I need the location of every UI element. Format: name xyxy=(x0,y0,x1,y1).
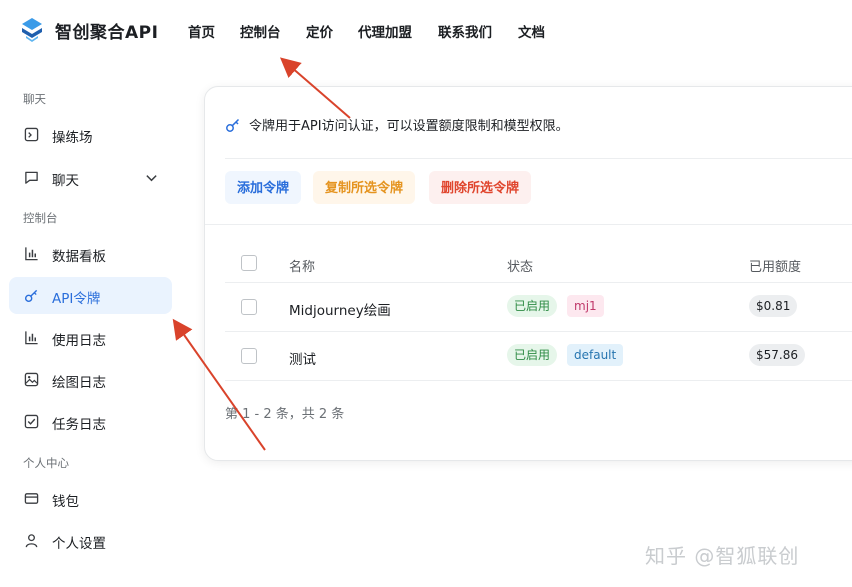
key-icon xyxy=(24,289,38,303)
sidebar-item-label: 操练场 xyxy=(52,130,93,146)
sidebar-item-label: 使用日志 xyxy=(52,333,106,349)
nav-pricing[interactable]: 定价 xyxy=(306,21,333,41)
bar-chart-icon xyxy=(25,331,38,345)
nav-home[interactable]: 首页 xyxy=(188,21,215,41)
sidebar-group-chat: 聊天 xyxy=(23,92,46,106)
sidebar-item-label: 聊天 xyxy=(52,173,79,189)
sidebar-item-wallet[interactable]: 钱包 xyxy=(9,480,172,517)
token-name: 测试 xyxy=(289,352,316,368)
nav-console[interactable]: 控制台 xyxy=(240,21,281,41)
used-quota-badge: $57.86 xyxy=(749,344,805,366)
image-icon xyxy=(24,372,39,387)
nav-contact[interactable]: 联系我们 xyxy=(438,21,492,41)
divider xyxy=(225,380,852,381)
sidebar-group-console: 控制台 xyxy=(23,211,58,225)
column-header-name: 名称 xyxy=(289,260,316,275)
delete-selected-tokens-button[interactable]: 删除所选令牌 xyxy=(429,171,532,204)
pagination-info: 第 1 - 2 条，共 2 条 xyxy=(225,407,345,422)
sidebar-item-profile-settings[interactable]: 个人设置 xyxy=(9,522,172,559)
sidebar-item-label: 任务日志 xyxy=(52,417,106,433)
terminal-icon xyxy=(24,127,39,142)
sidebar-item-label: 个人设置 xyxy=(52,536,106,552)
sidebar-item-dashboard[interactable]: 数据看板 xyxy=(9,235,172,272)
token-name: Midjourney绘画 xyxy=(289,303,391,319)
row-checkbox[interactable] xyxy=(241,348,257,364)
sidebar-item-label: API令牌 xyxy=(52,291,101,307)
row-checkbox[interactable] xyxy=(241,299,257,315)
column-header-used-quota: 已用额度 xyxy=(749,260,802,275)
key-icon xyxy=(226,118,240,132)
user-icon xyxy=(25,534,38,548)
token-info-text: 令牌用于API访问认证，可以设置额度限制和模型权限。 xyxy=(249,119,569,134)
sidebar-item-label: 数据看板 xyxy=(52,249,106,265)
wallet-icon xyxy=(24,493,39,504)
used-quota-badge: $0.81 xyxy=(749,295,798,317)
copy-selected-tokens-button[interactable]: 复制所选令牌 xyxy=(313,171,416,204)
sidebar-item-playground[interactable]: 操练场 xyxy=(9,116,172,153)
status-badge: 已启用 xyxy=(507,344,558,366)
token-info-row: 令牌用于API访问认证，可以设置额度限制和模型权限。 xyxy=(225,115,569,134)
token-card: 令牌用于API访问认证，可以设置额度限制和模型权限。 添加令牌 复制所选令牌 删… xyxy=(204,86,852,461)
sidebar-item-task-logs[interactable]: 任务日志 xyxy=(9,403,172,440)
sidebar-item-label: 钱包 xyxy=(52,494,79,510)
sidebar-item-api-tokens[interactable]: API令牌 xyxy=(9,277,172,314)
logo-icon[interactable] xyxy=(20,17,44,43)
watermark: 知乎 @智狐联创 xyxy=(645,544,800,568)
nav-agent[interactable]: 代理加盟 xyxy=(358,21,412,41)
chat-icon xyxy=(25,171,38,184)
select-all-checkbox[interactable] xyxy=(241,255,257,271)
sidebar-item-label: 绘图日志 xyxy=(52,375,106,391)
sidebar-group-personal: 个人中心 xyxy=(23,456,69,470)
divider xyxy=(225,158,852,159)
bar-chart-icon xyxy=(25,247,38,261)
group-tag: mj1 xyxy=(567,295,604,317)
group-tag: default xyxy=(567,344,624,366)
top-header: 智创聚合API 首页 控制台 定价 代理加盟 联系我们 文档 xyxy=(0,0,852,62)
sidebar-item-chat[interactable]: 聊天 xyxy=(9,159,172,196)
sidebar-item-usage-logs[interactable]: 使用日志 xyxy=(9,319,172,356)
sidebar-item-drawing-logs[interactable]: 绘图日志 xyxy=(9,361,172,398)
add-token-button[interactable]: 添加令牌 xyxy=(225,171,302,204)
status-badge: 已启用 xyxy=(507,295,558,317)
brand-name[interactable]: 智创聚合API xyxy=(55,18,158,43)
column-header-status: 状态 xyxy=(507,260,534,275)
divider xyxy=(205,224,852,225)
nav-docs[interactable]: 文档 xyxy=(518,21,545,41)
divider xyxy=(225,282,852,283)
checkbox-icon xyxy=(24,414,39,429)
chevron-down-icon[interactable] xyxy=(145,171,158,184)
divider xyxy=(225,331,852,332)
